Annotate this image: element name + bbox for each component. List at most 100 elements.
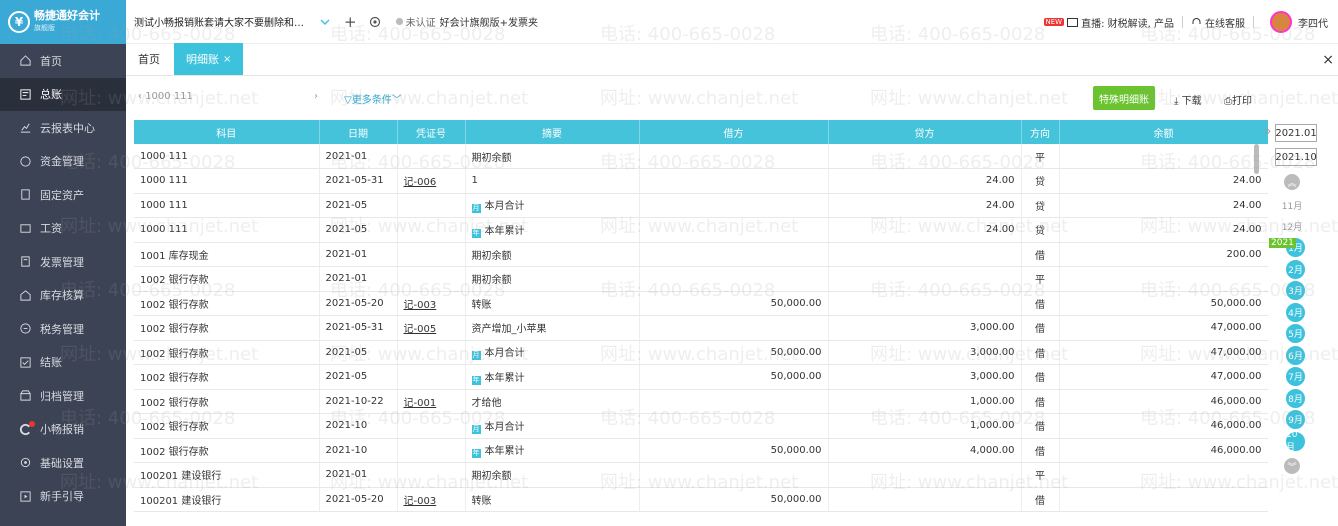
column-header[interactable]: 科目 <box>134 120 320 144</box>
table-row[interactable]: 1000 111 2021-01 期初余额 平 <box>134 144 1268 169</box>
table-row[interactable]: 100201 建设银行 2021-05-20 记-003 转账 50,000.00 借 <box>134 487 1268 512</box>
table-row[interactable]: 1000 111 2021-05 年本年累计 24.00 贷 24.00 <box>134 217 1268 243</box>
sidebar-item-money[interactable]: 资金管理 <box>0 145 126 179</box>
scroll-up-icon[interactable]: ︽ <box>1284 174 1300 190</box>
cell-subject: 1002 银行存款 <box>134 340 320 365</box>
cell-voucher[interactable]: 记-006 <box>397 168 466 194</box>
sidebar-item-reimburse[interactable]: 小畅报销 <box>0 413 126 447</box>
table-row[interactable]: 1000 111 2021-05-31 记-006 1 24.00 贷 24.00 <box>134 168 1268 194</box>
cell-voucher[interactable]: 记-003 <box>397 487 466 512</box>
month-option-selected[interactable]: 2月 <box>1285 258 1306 280</box>
sidebar-item-archive[interactable]: 归档管理 <box>0 379 126 413</box>
download-button[interactable]: ⤓ 下载 <box>1174 92 1202 107</box>
avatar[interactable] <box>1270 11 1292 33</box>
cell-date: 2021-05-20 <box>319 291 398 316</box>
logo-text: 畅捷通好会计 <box>34 9 100 22</box>
sidebar-item-warehouse[interactable]: 库存核算 <box>0 279 126 313</box>
column-header[interactable]: 方向 <box>1021 120 1060 144</box>
add-icon[interactable]: + <box>344 13 357 31</box>
month-option-selected[interactable]: 4月 <box>1285 301 1306 323</box>
home-icon <box>18 54 32 68</box>
table-row[interactable]: 1002 银行存款 2021-10 月本月合计 1,000.00 借 46,000.00 <box>134 413 1268 439</box>
month-option-selected[interactable]: 5月 <box>1285 323 1306 344</box>
tab-detail-ledger[interactable]: 明细账 × <box>174 43 244 75</box>
column-header[interactable]: 贷方 <box>828 120 1022 144</box>
table-row[interactable]: 1002 银行存款 2021-05 年本年累计 50,000.00 3,000.00 借 4… <box>134 364 1268 390</box>
cell-direction: 借 <box>1021 364 1060 390</box>
table-row[interactable]: 1001 库存现金 2021-01 期初余额 借 200.00 <box>134 242 1268 267</box>
sidebar-item-ledger[interactable]: 总账 <box>0 77 126 111</box>
month-option-selected[interactable]: 3月 <box>1285 280 1306 301</box>
close-icon[interactable]: × <box>223 54 231 65</box>
table-row[interactable]: 1000 111 2021-05 月本月合计 24.00 贷 24.00 <box>134 193 1268 218</box>
scroll-down-icon[interactable]: ︾ <box>1284 458 1300 474</box>
table-row[interactable]: 1002 银行存款 2021-05-20 记-003 转账 50,000.00 借 50,0… <box>134 291 1268 316</box>
sidebar-item-home[interactable]: 首页 <box>0 44 126 78</box>
cell-summary: 月本月合计 <box>465 193 640 218</box>
live-link[interactable]: NEW 直播: 财税解读, 产品 <box>1043 15 1174 30</box>
sidebar-item-label: 结账 <box>40 356 62 370</box>
close-all-icon[interactable]: × <box>1322 52 1334 68</box>
account-selector[interactable]: 测试小畅报销账套请大家不要删除和禁... <box>134 14 312 29</box>
chevron-down-icon[interactable] <box>320 19 330 25</box>
sidebar-item-label: 资金管理 <box>40 155 84 169</box>
month-option[interactable]: 11月 <box>1279 199 1305 212</box>
voucher-link[interactable]: 记-001 <box>404 398 437 409</box>
sidebar-item-tax[interactable]: 税务管理 <box>0 312 126 346</box>
sidebar-item-settings[interactable]: 基础设置 <box>0 446 126 480</box>
voucher-link[interactable]: 记-003 <box>404 300 437 311</box>
new-badge: NEW <box>1043 18 1065 26</box>
sidebar-item-chart[interactable]: 云报表中心 <box>0 111 126 145</box>
top-bar: 测试小畅报销账套请大家不要删除和禁... + 未认证 好会计旗舰版+发票夹 NE… <box>126 0 1338 44</box>
more-filters[interactable]: ▽更多条件﹀ <box>344 91 402 106</box>
sidebar-item-label: 固定资产 <box>40 188 84 202</box>
table-row[interactable]: 1002 银行存款 2021-05 月本月合计 50,000.00 3,000.00 借 4… <box>134 340 1268 365</box>
column-header[interactable]: 凭证号 <box>397 120 466 144</box>
table-row[interactable]: 1002 银行存款 2021-01 期初余额 平 <box>134 266 1268 292</box>
month-option-selected[interactable]: 6月 <box>1285 344 1306 366</box>
sidebar-item-guide[interactable]: 新手引导 <box>0 480 126 514</box>
table-body: 1000 111 2021-01 期初余额平 1000 111 2021-05-31 记-… <box>134 144 1268 512</box>
special-ledger-button[interactable]: 特殊明细账 <box>1093 86 1155 110</box>
cell-subject: 1002 银行存款 <box>134 364 320 390</box>
table-row[interactable]: 1002 银行存款 2021-10-22 记-001 才给他 1,000.00 借 46,0… <box>134 389 1268 414</box>
online-service[interactable]: 在线客服 <box>1205 15 1245 30</box>
column-header[interactable]: 余额 <box>1059 120 1268 144</box>
month-option-selected[interactable]: 8月 <box>1285 387 1306 409</box>
cell-subject: 1002 银行存款 <box>134 315 320 341</box>
period-start[interactable]: 2021.01 <box>1275 124 1317 142</box>
scrollbar[interactable] <box>1254 144 1259 174</box>
sidebar-item-invoice[interactable]: 发票管理 <box>0 245 126 279</box>
user-name[interactable]: 李四代 <box>1298 15 1328 30</box>
sidebar-item-salary[interactable]: 工资 <box>0 212 126 246</box>
tab-home[interactable]: 首页 <box>126 43 172 75</box>
print-button[interactable]: ⎙打印 <box>1224 92 1252 107</box>
month-option-selected[interactable]: 7月 <box>1285 366 1306 387</box>
table-row[interactable]: 1002 银行存款 2021-05-31 记-005 资产增加_小苹果 3,000.00… <box>134 315 1268 341</box>
column-header[interactable]: 摘要 <box>465 120 640 144</box>
cell-voucher[interactable]: 记-003 <box>397 291 466 316</box>
sidebar-item-close-book[interactable]: 结账 <box>0 346 126 380</box>
cell-voucher[interactable]: 记-001 <box>397 389 466 414</box>
table-row[interactable]: 1002 银行存款 2021-10 年本年累计 50,000.00 4,000.00 借 4… <box>134 438 1268 463</box>
column-header[interactable]: 日期 <box>319 120 398 144</box>
month-option[interactable]: 12月 <box>1279 220 1305 233</box>
column-header[interactable]: 借方 <box>639 120 829 144</box>
auth-status[interactable]: 未认证 好会计旗舰版+发票夹 <box>395 14 538 29</box>
cell-balance: 46,000.00 <box>1059 413 1268 439</box>
cell-voucher[interactable]: 记-005 <box>397 315 466 341</box>
expand-icon[interactable]: » <box>1264 124 1271 138</box>
voucher-link[interactable]: 记-003 <box>404 496 437 507</box>
chevron-right-icon[interactable]: › <box>314 91 318 102</box>
logo[interactable]: ¥ 畅捷通好会计 旗舰版 <box>0 0 126 44</box>
subject-picker[interactable]: ‹ 1000 111 › <box>138 91 318 102</box>
month-option-selected[interactable]: 9月 <box>1285 409 1306 430</box>
period-end[interactable]: 2021.10 <box>1275 148 1317 166</box>
voucher-link[interactable]: 记-005 <box>404 324 437 335</box>
voucher-link[interactable]: 记-006 <box>404 177 437 188</box>
table-row[interactable]: 100201 建设银行 2021-01 期初余额 平 <box>134 462 1268 488</box>
cell-subject: 1000 111 <box>134 217 320 243</box>
month-option-selected[interactable]: 10月 <box>1285 430 1306 453</box>
sidebar-item-asset[interactable]: 固定资产 <box>0 178 126 212</box>
gear-icon[interactable] <box>369 16 381 28</box>
